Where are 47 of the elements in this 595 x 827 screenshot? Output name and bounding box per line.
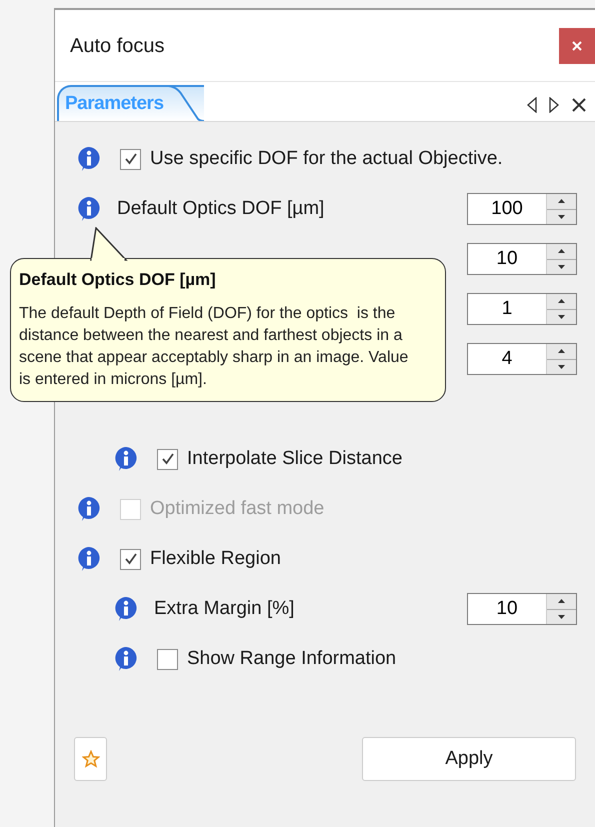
check-icon [160, 452, 174, 466]
number-spinner[interactable]: 4 [467, 343, 577, 375]
tooltip-title: Default Optics DOF [µm] [19, 269, 217, 291]
scroll-right-icon[interactable] [549, 97, 559, 113]
field-label: Extra Margin [%] [154, 596, 294, 621]
info-icon[interactable] [76, 146, 102, 172]
star-icon [82, 750, 100, 768]
info-icon[interactable] [76, 546, 102, 572]
check-icon [124, 552, 138, 566]
spin-up-icon[interactable] [547, 244, 576, 260]
option-label: Flexible Region [150, 546, 281, 571]
apply-button[interactable]: Apply [362, 737, 576, 781]
checkbox[interactable] [157, 448, 178, 470]
option-label: Use specific DOF for the actual Objective. [150, 146, 503, 171]
scroll-left-icon[interactable] [527, 97, 537, 113]
spin-up-icon[interactable] [547, 594, 576, 610]
spin-down-icon[interactable] [547, 210, 576, 224]
spin-down-icon[interactable] [547, 610, 576, 624]
number-spinner[interactable]: 1 [467, 293, 577, 325]
spin-up-icon[interactable] [547, 344, 576, 360]
spin-down-icon[interactable] [547, 260, 576, 274]
option-label: Show Range Information [187, 646, 396, 671]
info-icon[interactable] [76, 496, 102, 522]
window-title: Auto focus [70, 34, 165, 58]
spin-down-icon[interactable] [547, 310, 576, 324]
spin-down-icon[interactable] [547, 360, 576, 374]
close-button[interactable] [559, 28, 595, 64]
option-label: Optimized fast mode [150, 496, 324, 521]
number-spinner[interactable]: 100 [467, 193, 577, 225]
info-icon[interactable] [113, 596, 139, 622]
tab-edge-drawing [164, 85, 204, 121]
option-label: Interpolate Slice Distance [187, 446, 402, 471]
checkbox[interactable] [120, 148, 141, 170]
spin-up-icon[interactable] [547, 294, 576, 310]
check-icon [124, 152, 138, 166]
tooltip-text: The default Depth of Field (DOF) for the optics is the distance between the nearest and farthest objects in a scene that appear acceptably sharp in an image. Value is entered in microns [µm]. [19, 304, 410, 390]
info-icon[interactable] [113, 646, 139, 672]
close-icon[interactable] [571, 97, 587, 113]
info-icon[interactable] [76, 196, 102, 222]
close-icon [572, 40, 582, 50]
number-spinner[interactable]: 10 [467, 243, 577, 275]
checkbox[interactable] [157, 648, 178, 670]
info-icon[interactable] [113, 446, 139, 472]
spin-up-icon[interactable] [547, 194, 576, 210]
number-spinner[interactable]: 10 [467, 593, 577, 625]
field-label: Default Optics DOF [µm] [117, 196, 324, 221]
checkbox[interactable] [120, 548, 141, 570]
